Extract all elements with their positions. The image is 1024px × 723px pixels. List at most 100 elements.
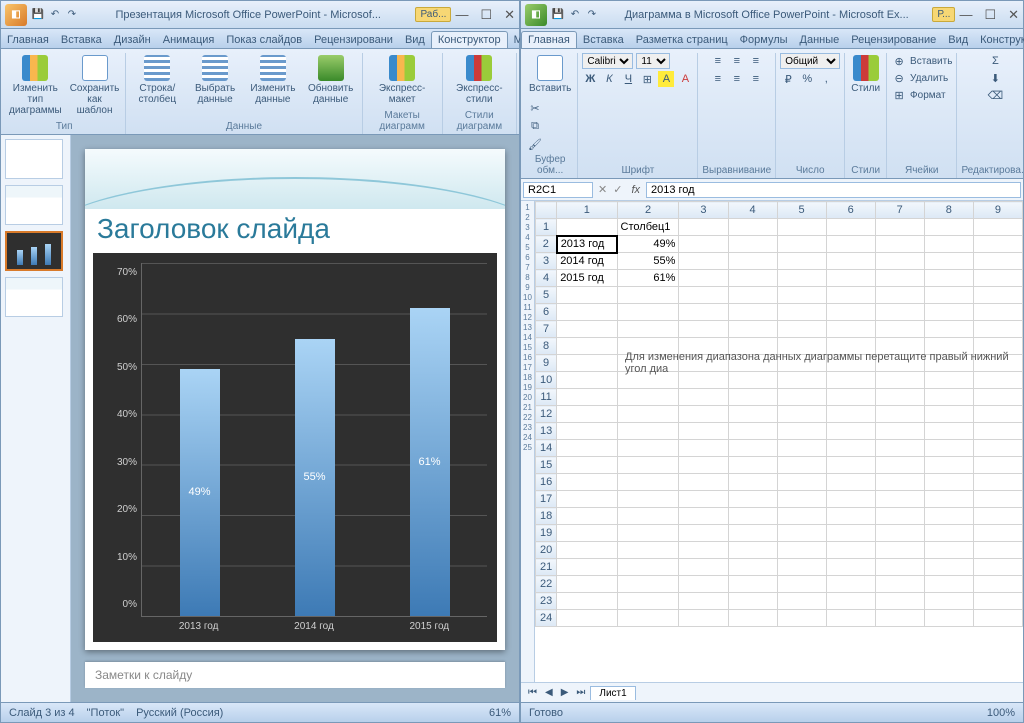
cell[interactable] <box>777 287 826 304</box>
ribbon-btn[interactable]: Выбрать данные <box>188 53 242 107</box>
cell[interactable] <box>679 423 728 440</box>
align-top[interactable]: ≡ <box>710 53 726 69</box>
cell[interactable] <box>777 491 826 508</box>
status-lang[interactable]: Русский (Россия) <box>136 707 223 719</box>
cell[interactable] <box>728 576 777 593</box>
cell[interactable] <box>617 389 679 406</box>
fx-cancel[interactable]: ✕ <box>595 183 610 196</box>
cell[interactable] <box>826 491 875 508</box>
row-header[interactable]: 5 <box>536 287 557 304</box>
cell[interactable] <box>973 219 1022 236</box>
cell[interactable]: 55% <box>617 253 679 270</box>
cut-button[interactable]: ✂ <box>527 100 543 116</box>
cell[interactable] <box>777 406 826 423</box>
tab-Вставка[interactable]: Вставка <box>577 32 630 48</box>
cell[interactable] <box>728 457 777 474</box>
cell[interactable] <box>557 593 617 610</box>
row-header[interactable]: 13 <box>536 423 557 440</box>
cell[interactable] <box>557 474 617 491</box>
cell[interactable] <box>777 508 826 525</box>
worksheet-grid[interactable]: 1234567891Столбец122013 год49%32014 год5… <box>535 201 1023 682</box>
close-button[interactable]: ✕ <box>1008 7 1019 23</box>
tab-Вид[interactable]: Вид <box>942 32 974 48</box>
slide-panel[interactable] <box>1 135 71 702</box>
cell[interactable] <box>973 287 1022 304</box>
italic-button[interactable]: К <box>601 71 617 87</box>
fill-color[interactable]: A <box>658 71 674 87</box>
format-painter[interactable]: 🖌 <box>527 136 543 152</box>
cell[interactable] <box>679 576 728 593</box>
cell[interactable] <box>617 559 679 576</box>
row-header[interactable]: 18 <box>536 508 557 525</box>
status-zoom[interactable]: 61% <box>489 707 511 719</box>
cell[interactable] <box>777 389 826 406</box>
cell[interactable] <box>557 423 617 440</box>
cell[interactable] <box>728 270 777 287</box>
tab-Разметка страниц[interactable]: Разметка страниц <box>630 32 734 48</box>
cell[interactable] <box>679 270 728 287</box>
cell[interactable] <box>728 508 777 525</box>
cell[interactable] <box>826 440 875 457</box>
cell[interactable] <box>679 321 728 338</box>
cell[interactable] <box>875 525 924 542</box>
cell[interactable] <box>617 576 679 593</box>
cell[interactable] <box>728 389 777 406</box>
cell[interactable] <box>777 236 826 253</box>
cell[interactable] <box>679 406 728 423</box>
cell[interactable] <box>557 287 617 304</box>
cell[interactable] <box>973 440 1022 457</box>
minimize-button[interactable]: — <box>455 7 468 23</box>
col-header[interactable]: 3 <box>679 202 728 219</box>
cell[interactable] <box>924 219 973 236</box>
row-header[interactable]: 22 <box>536 576 557 593</box>
cell[interactable] <box>875 542 924 559</box>
cell[interactable] <box>617 287 679 304</box>
maximize-button[interactable]: ☐ <box>480 7 492 23</box>
cell[interactable] <box>777 304 826 321</box>
cell[interactable] <box>679 474 728 491</box>
cell[interactable] <box>777 593 826 610</box>
cell[interactable] <box>777 270 826 287</box>
close-button[interactable]: ✕ <box>504 7 515 23</box>
cell[interactable] <box>777 423 826 440</box>
ribbon-btn[interactable]: Изменить тип диаграммы <box>7 53 64 118</box>
cell[interactable] <box>679 287 728 304</box>
cell[interactable]: 49% <box>617 236 679 253</box>
cell[interactable] <box>777 219 826 236</box>
cell[interactable] <box>924 406 973 423</box>
cell[interactable] <box>973 270 1022 287</box>
cell[interactable] <box>777 525 826 542</box>
cell[interactable] <box>826 542 875 559</box>
cell[interactable] <box>973 508 1022 525</box>
chart-bar[interactable]: 49% <box>180 369 220 616</box>
cell[interactable] <box>826 457 875 474</box>
tab-Вставка[interactable]: Вставка <box>55 32 108 48</box>
row-header[interactable]: 15 <box>536 457 557 474</box>
minimize-button[interactable]: — <box>959 7 972 23</box>
office-button[interactable]: ◧ <box>5 4 27 26</box>
cell[interactable]: Столбец1 <box>617 219 679 236</box>
cell[interactable] <box>973 576 1022 593</box>
cell[interactable] <box>679 525 728 542</box>
cell[interactable] <box>875 457 924 474</box>
cell[interactable] <box>728 440 777 457</box>
cell[interactable] <box>557 304 617 321</box>
xl-context-tab[interactable]: Р... <box>932 7 955 22</box>
tab-Анимация[interactable]: Анимация <box>157 32 221 48</box>
tab-Показ слайдов[interactable]: Показ слайдов <box>220 32 308 48</box>
cell[interactable] <box>617 610 679 627</box>
cell[interactable] <box>924 474 973 491</box>
cell[interactable] <box>875 253 924 270</box>
cell[interactable] <box>826 287 875 304</box>
cell[interactable] <box>728 542 777 559</box>
cell[interactable] <box>924 525 973 542</box>
autosum[interactable]: Σ <box>987 53 1003 69</box>
cell[interactable] <box>875 491 924 508</box>
cell[interactable] <box>679 440 728 457</box>
cell[interactable]: 61% <box>617 270 679 287</box>
cell[interactable] <box>557 321 617 338</box>
slide-canvas[interactable]: Заголовок слайда 70%60%50%40%30%20%10%0%… <box>71 135 519 702</box>
cell[interactable] <box>679 253 728 270</box>
cell[interactable] <box>777 474 826 491</box>
row-header[interactable]: 6 <box>536 304 557 321</box>
